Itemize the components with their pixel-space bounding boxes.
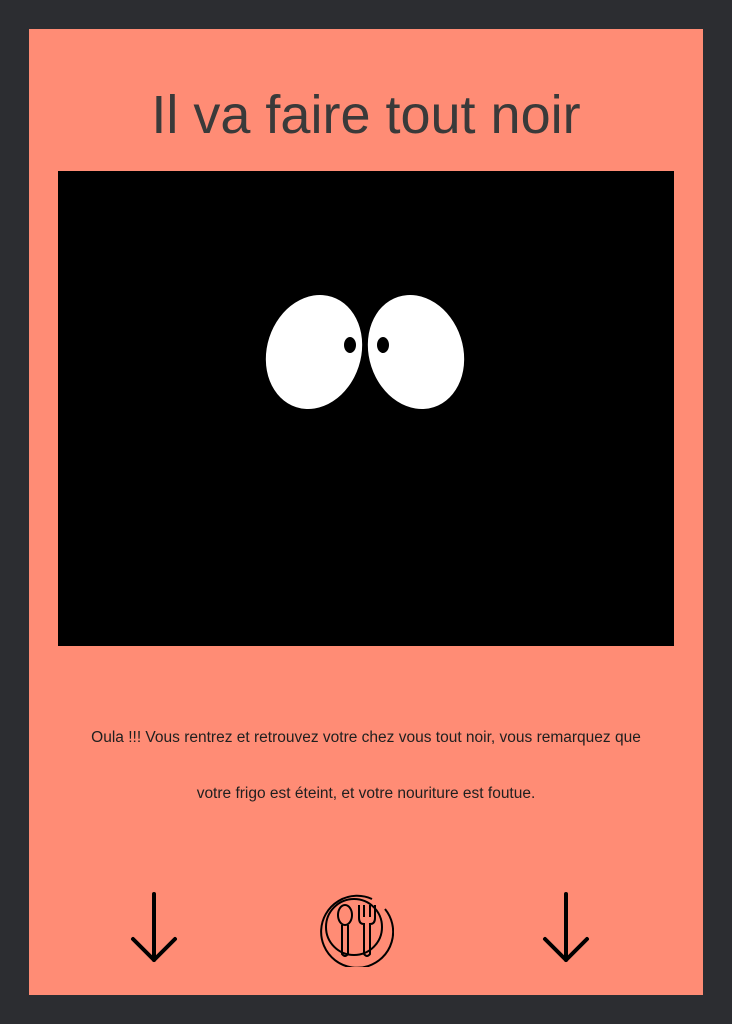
left-arrow-button[interactable] [129, 890, 179, 966]
arrow-down-icon [543, 892, 589, 962]
right-arrow-button[interactable] [541, 890, 591, 966]
story-line-1: Oula !!! Vous rentrez et retrouvez votre… [91, 729, 641, 746]
food-button[interactable] [314, 885, 394, 967]
right-pupil [377, 337, 389, 353]
dark-room-scene [58, 171, 674, 646]
eyes-in-dark-illustration [265, 294, 465, 410]
left-eye [265, 294, 363, 410]
story-line-2: votre frigo est éteint, et votre nouritu… [196, 785, 536, 802]
right-eye [367, 294, 465, 410]
plate-spoon-fork-icon [320, 894, 394, 967]
page-title: Il va faire tout noir [151, 85, 581, 145]
story-text: Oula !!! Vous rentrez et retrouvez votre… [40, 710, 692, 822]
arrow-down-icon [131, 892, 177, 962]
left-pupil [344, 337, 356, 353]
